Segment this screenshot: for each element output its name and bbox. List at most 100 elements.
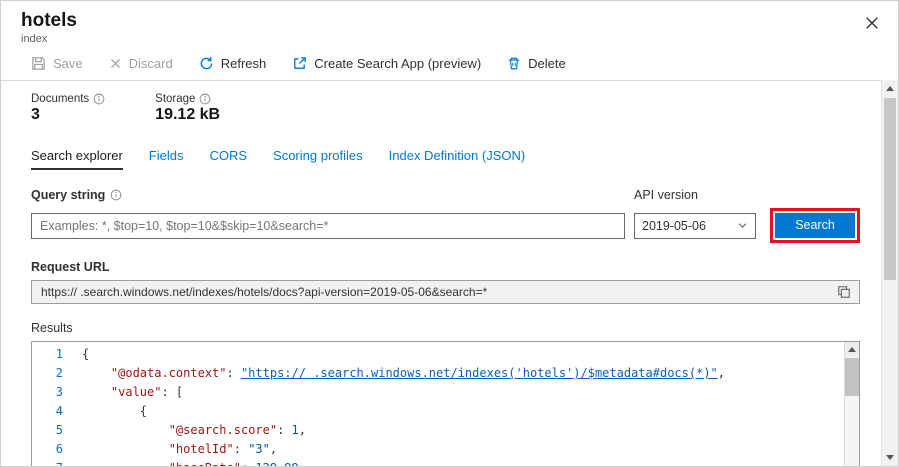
json-token: : [277, 423, 291, 437]
copy-button[interactable] [835, 283, 853, 301]
code-line: "hotelId": "3", [82, 440, 844, 459]
page-scroll-down-button[interactable] [882, 449, 898, 466]
json-token: "baseRate" [169, 461, 241, 467]
json-token: , [299, 461, 306, 467]
json-token: "value" [111, 385, 162, 399]
line-number: 1 [32, 345, 76, 364]
refresh-button[interactable]: Refresh [199, 56, 267, 71]
code-line: "baseRate": 129.99, [82, 459, 844, 467]
chevron-down-icon [737, 220, 748, 231]
close-icon [865, 18, 879, 33]
json-token [82, 442, 169, 456]
json-link[interactable]: "https:// .search.windows.net/indexes('h… [241, 366, 718, 380]
json-token [82, 366, 111, 380]
json-token: "@search.score" [169, 423, 277, 437]
info-icon[interactable] [199, 93, 211, 105]
copy-icon [837, 287, 851, 302]
api-version-label: API version [634, 188, 756, 202]
arrow-up-icon [848, 347, 856, 352]
code-line: "@odata.context": "https:// .search.wind… [82, 364, 844, 383]
line-number: 4 [32, 402, 76, 421]
json-token: , [299, 423, 306, 437]
json-token: , [270, 442, 277, 456]
results-box: 12345678 { "@odata.context": "https:// .… [31, 341, 860, 467]
discard-label: Discard [129, 56, 173, 71]
refresh-label: Refresh [221, 56, 267, 71]
open-in-new-icon [292, 56, 307, 71]
close-button[interactable] [862, 13, 882, 33]
tab-fields[interactable]: Fields [149, 148, 184, 170]
code-line: "@search.score": 1, [82, 421, 844, 440]
code-line: { [82, 345, 844, 364]
tab-scoring-profiles[interactable]: Scoring profiles [273, 148, 363, 170]
api-version-dropdown[interactable]: 2019-05-06 [634, 213, 756, 239]
page-scrollbar-thumb[interactable] [884, 98, 896, 280]
line-number: 6 [32, 440, 76, 459]
create-search-app-label: Create Search App (preview) [314, 56, 481, 71]
line-number: 5 [32, 421, 76, 440]
request-url-label: Request URL [31, 260, 860, 274]
index-detail-panel: hotels index Save Discard Refresh [0, 0, 899, 467]
create-search-app-button[interactable]: Create Search App (preview) [292, 56, 481, 71]
json-token: "@odata.context" [111, 366, 227, 380]
code-line: "value": [ [82, 383, 844, 402]
storage-size: 19.12 kB [155, 106, 220, 124]
results-gutter: 12345678 [32, 342, 76, 467]
tabs: Search explorer Fields CORS Scoring prof… [31, 148, 860, 170]
line-number: 3 [32, 383, 76, 402]
stats-row: Documents 3 Storage 19.12 kB [31, 93, 860, 124]
content: Documents 3 Storage 19.12 kB Search exp [1, 81, 898, 467]
scroll-up-button[interactable] [845, 342, 860, 357]
json-token: { [82, 347, 89, 361]
line-number: 2 [32, 364, 76, 383]
documents-label: Documents [31, 93, 89, 105]
page-title: hotels [21, 10, 882, 32]
storage-label: Storage [155, 93, 195, 105]
api-version-value: 2019-05-06 [642, 219, 706, 233]
discard-button[interactable]: Discard [109, 56, 173, 71]
line-number: 7 [32, 459, 76, 467]
delete-button[interactable]: Delete [507, 56, 566, 71]
json-token: "hotelId" [169, 442, 234, 456]
refresh-icon [199, 56, 214, 71]
page-scrollbar[interactable] [881, 80, 898, 466]
query-string-label: Query string [31, 188, 105, 202]
arrow-up-icon [886, 86, 894, 91]
delete-label: Delete [528, 56, 566, 71]
json-token: { [82, 404, 147, 418]
storage-stat: Storage 19.12 kB [155, 93, 220, 124]
json-token: , [718, 366, 725, 380]
save-icon [31, 56, 46, 71]
json-token: "3" [248, 442, 270, 456]
request-url-field: https:// .search.windows.net/indexes/hot… [31, 280, 860, 304]
query-string-input[interactable] [31, 213, 625, 239]
documents-count: 3 [31, 106, 105, 124]
json-token [82, 423, 169, 437]
save-button[interactable]: Save [31, 56, 83, 71]
results-scrollbar[interactable] [844, 342, 859, 467]
titlebar: hotels index [1, 1, 898, 45]
json-token: : [ [161, 385, 183, 399]
search-button[interactable]: Search [775, 213, 855, 238]
info-icon[interactable] [110, 189, 122, 201]
json-token [82, 461, 169, 467]
tab-search-explorer[interactable]: Search explorer [31, 148, 123, 170]
tab-cors[interactable]: CORS [209, 148, 247, 170]
documents-stat: Documents 3 [31, 93, 105, 124]
json-token: : [227, 366, 241, 380]
page-subtitle: index [21, 33, 882, 45]
json-token: 1 [292, 423, 299, 437]
json-token: 129.99 [255, 461, 298, 467]
save-label: Save [53, 56, 83, 71]
info-icon[interactable] [93, 93, 105, 105]
delete-icon [507, 56, 521, 71]
arrow-down-icon [886, 455, 894, 460]
json-token [82, 385, 111, 399]
results-scrollbar-thumb[interactable] [845, 358, 860, 396]
discard-icon [109, 57, 122, 70]
page-scroll-up-button[interactable] [882, 80, 898, 97]
json-token: : [241, 461, 255, 467]
tab-index-definition-json[interactable]: Index Definition (JSON) [389, 148, 526, 170]
search-button-highlight-annotation: Search [770, 208, 860, 243]
json-token: : [234, 442, 248, 456]
